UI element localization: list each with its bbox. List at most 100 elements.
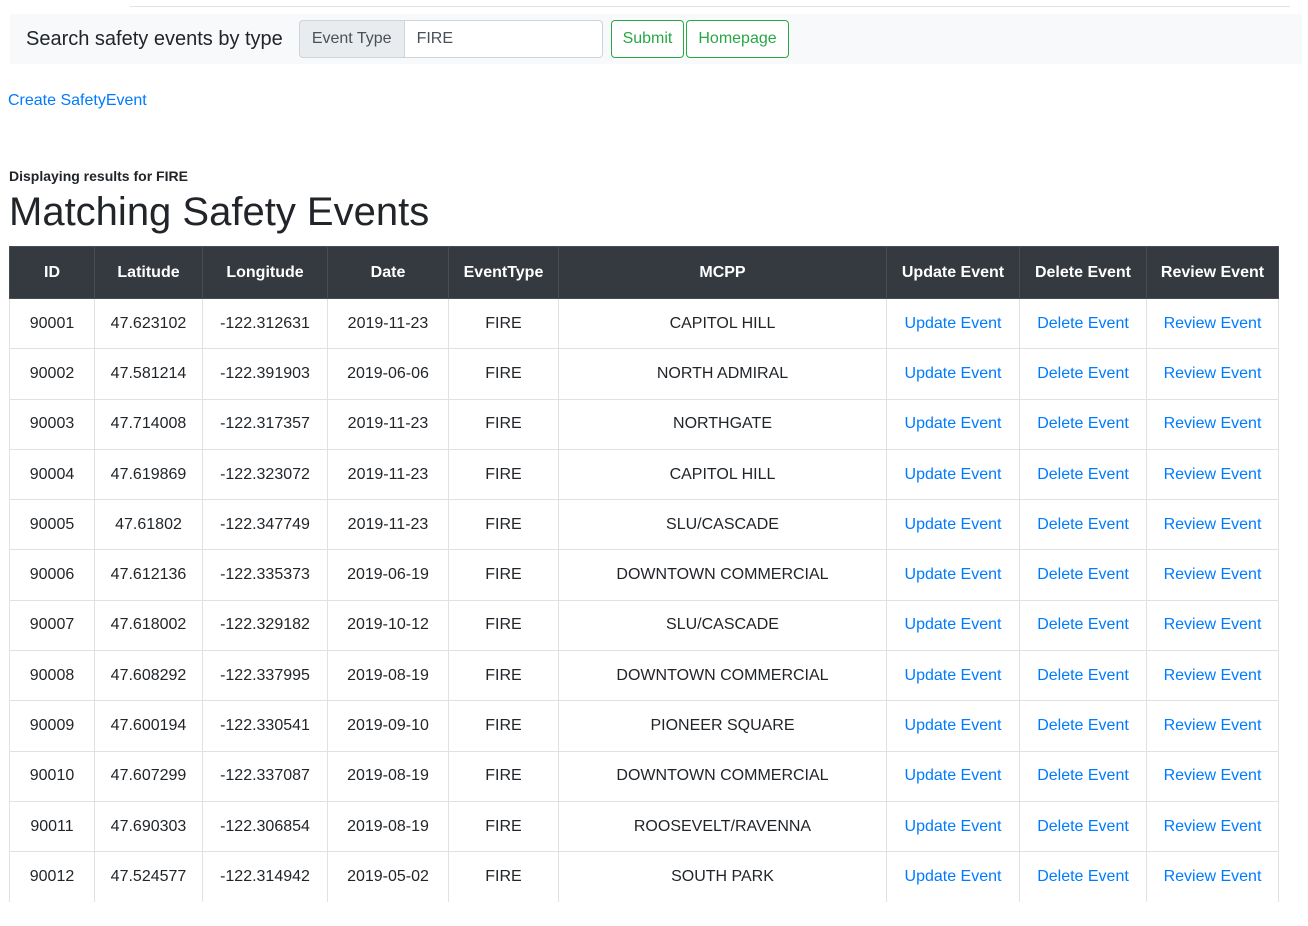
table-row: 90004 47.619869 -122.323072 2019-11-23 FIRE C… <box>9 448 1279 500</box>
delete-event-link[interactable]: Delete Event <box>1037 868 1129 885</box>
cell-longitude: -122.337087 <box>202 750 328 802</box>
cell-event-type: FIRE <box>448 800 559 852</box>
review-event-link[interactable]: Review Event <box>1164 868 1262 885</box>
table-row: 90006 47.612136 -122.335373 2019-06-19 FIRE D… <box>9 549 1279 601</box>
cell-latitude: 47.612136 <box>94 549 203 601</box>
cell-event-type: FIRE <box>448 650 559 701</box>
review-event-link[interactable]: Review Event <box>1164 616 1262 633</box>
table-row: 90001 47.623102 -122.312631 2019-11-23 FIRE C… <box>9 297 1279 349</box>
cell-longitude: -122.330541 <box>202 700 328 752</box>
review-event-link[interactable]: Review Event <box>1164 315 1262 332</box>
cell-mcpp: DOWNTOWN COMMERCIAL <box>558 750 887 802</box>
table-cell: Update Event <box>886 700 1020 752</box>
table-cell: Review Event <box>1146 348 1279 400</box>
update-event-link[interactable]: Update Event <box>905 516 1002 533</box>
table-cell: Delete Event <box>1019 599 1147 651</box>
cell-date: 2019-11-23 <box>327 448 449 500</box>
update-event-link[interactable]: Update Event <box>905 415 1002 432</box>
table-row: 90002 47.581214 -122.391903 2019-06-06 FIRE N… <box>9 348 1279 400</box>
submit-button[interactable]: Submit <box>610 20 685 58</box>
delete-event-link[interactable]: Delete Event <box>1037 717 1129 734</box>
cell-event-type: FIRE <box>448 499 559 550</box>
column-header-eventtype: EventType <box>448 246 559 299</box>
cell-id: 90005 <box>9 499 95 550</box>
column-header-update-event: Update Event <box>886 246 1020 299</box>
review-event-link[interactable]: Review Event <box>1164 667 1262 684</box>
results-note: Displaying results for FIRE <box>9 168 188 184</box>
delete-event-link[interactable]: Delete Event <box>1037 415 1129 432</box>
cell-longitude: -122.312631 <box>202 297 328 349</box>
table-cell: Review Event <box>1146 499 1279 550</box>
update-event-link[interactable]: Update Event <box>905 315 1002 332</box>
update-event-link[interactable]: Update Event <box>905 466 1002 483</box>
event-type-prepend-label: Event Type <box>298 20 405 58</box>
table-cell: Update Event <box>886 448 1020 500</box>
column-header-latitude: Latitude <box>94 246 203 299</box>
review-event-link[interactable]: Review Event <box>1164 365 1262 382</box>
table-cell: Update Event <box>886 398 1020 450</box>
update-event-link[interactable]: Update Event <box>905 365 1002 382</box>
review-event-link[interactable]: Review Event <box>1164 717 1262 734</box>
delete-event-link[interactable]: Delete Event <box>1037 365 1129 382</box>
review-event-link[interactable]: Review Event <box>1164 818 1262 835</box>
update-event-link[interactable]: Update Event <box>905 667 1002 684</box>
cell-longitude: -122.335373 <box>202 549 328 601</box>
review-event-link[interactable]: Review Event <box>1164 516 1262 533</box>
update-event-link[interactable]: Update Event <box>905 818 1002 835</box>
search-form: Event Type Submit Homepage <box>298 20 789 58</box>
create-safety-event-link[interactable]: Create SafetyEvent <box>8 92 147 110</box>
review-event-link[interactable]: Review Event <box>1164 466 1262 483</box>
table-cell: Update Event <box>886 851 1020 903</box>
delete-event-link[interactable]: Delete Event <box>1037 818 1129 835</box>
review-event-link[interactable]: Review Event <box>1164 767 1262 784</box>
top-divider <box>130 0 1290 7</box>
cell-id: 90002 <box>9 348 95 400</box>
navbar: Search safety events by type Event Type … <box>10 14 1302 64</box>
update-event-link[interactable]: Update Event <box>905 616 1002 633</box>
cell-id: 90008 <box>9 650 95 701</box>
homepage-button[interactable]: Homepage <box>686 20 789 58</box>
cell-event-type: FIRE <box>448 599 559 651</box>
cell-mcpp: NORTHGATE <box>558 398 887 450</box>
cell-mcpp: ROOSEVELT/RAVENNA <box>558 800 887 852</box>
column-header-longitude: Longitude <box>202 246 328 299</box>
delete-event-link[interactable]: Delete Event <box>1037 315 1129 332</box>
cell-latitude: 47.607299 <box>94 750 203 802</box>
delete-event-link[interactable]: Delete Event <box>1037 516 1129 533</box>
delete-event-link[interactable]: Delete Event <box>1037 616 1129 633</box>
update-event-link[interactable]: Update Event <box>905 717 1002 734</box>
cell-latitude: 47.524577 <box>94 851 203 903</box>
update-event-link[interactable]: Update Event <box>905 566 1002 583</box>
cell-latitude: 47.714008 <box>94 398 203 450</box>
event-type-search-input[interactable] <box>404 20 603 58</box>
review-event-link[interactable]: Review Event <box>1164 566 1262 583</box>
cell-latitude: 47.600194 <box>94 700 203 752</box>
cell-date: 2019-05-02 <box>327 851 449 903</box>
cell-latitude: 47.581214 <box>94 348 203 400</box>
cell-id: 90003 <box>9 398 95 450</box>
cell-longitude: -122.314942 <box>202 851 328 903</box>
cell-id: 90007 <box>9 599 95 651</box>
table-cell: Review Event <box>1146 700 1279 752</box>
table-row: 90007 47.618002 -122.329182 2019-10-12 FIRE S… <box>9 599 1279 651</box>
cell-date: 2019-11-23 <box>327 398 449 450</box>
delete-event-link[interactable]: Delete Event <box>1037 566 1129 583</box>
table-row: 90012 47.524577 -122.314942 2019-05-02 FIRE S… <box>9 851 1279 903</box>
table-row: 90008 47.608292 -122.337995 2019-08-19 FIRE D… <box>9 650 1279 701</box>
delete-event-link[interactable]: Delete Event <box>1037 667 1129 684</box>
cell-latitude: 47.61802 <box>94 499 203 550</box>
cell-event-type: FIRE <box>448 297 559 349</box>
cell-id: 90011 <box>9 800 95 852</box>
cell-mcpp: CAPITOL HILL <box>558 297 887 349</box>
cell-date: 2019-06-19 <box>327 549 449 601</box>
cell-event-type: FIRE <box>448 851 559 903</box>
update-event-link[interactable]: Update Event <box>905 767 1002 784</box>
cell-latitude: 47.623102 <box>94 297 203 349</box>
delete-event-link[interactable]: Delete Event <box>1037 767 1129 784</box>
review-event-link[interactable]: Review Event <box>1164 415 1262 432</box>
delete-event-link[interactable]: Delete Event <box>1037 466 1129 483</box>
cell-event-type: FIRE <box>448 700 559 752</box>
update-event-link[interactable]: Update Event <box>905 868 1002 885</box>
cell-date: 2019-09-10 <box>327 700 449 752</box>
table-row: 90011 47.690303 -122.306854 2019-08-19 FIRE R… <box>9 800 1279 852</box>
